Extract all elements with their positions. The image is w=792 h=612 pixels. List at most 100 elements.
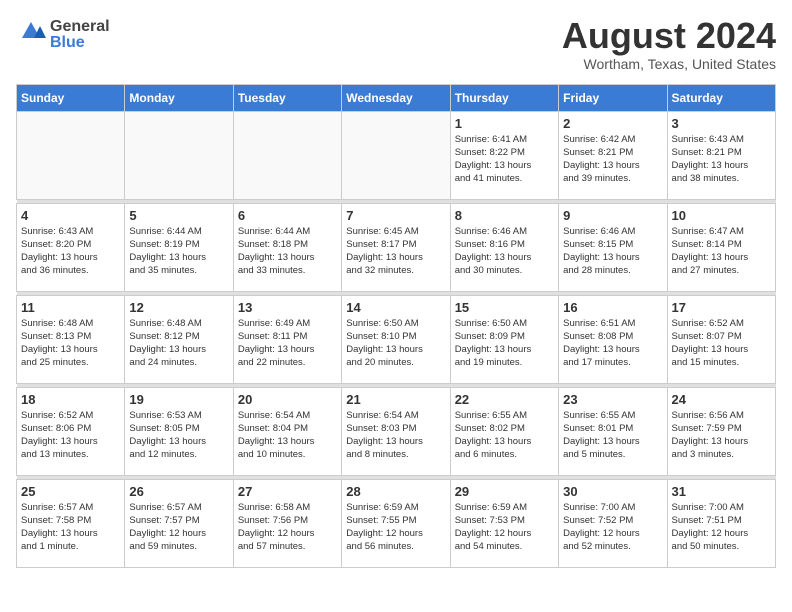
day-number: 5 bbox=[129, 208, 228, 223]
title-area: August 2024 Wortham, Texas, United State… bbox=[562, 16, 776, 72]
day-info: Sunrise: 6:59 AM Sunset: 7:55 PM Dayligh… bbox=[346, 501, 445, 554]
calendar-cell: 10 Sunrise: 6:47 AM Sunset: 8:14 PM Dayli… bbox=[667, 203, 775, 291]
calendar-cell: 28 Sunrise: 6:59 AM Sunset: 7:55 PM Dayli… bbox=[342, 479, 450, 567]
day-header-thursday: Thursday bbox=[450, 84, 558, 111]
day-number: 25 bbox=[21, 484, 120, 499]
logo-general-text: General bbox=[50, 18, 110, 35]
day-number: 26 bbox=[129, 484, 228, 499]
day-info: Sunrise: 6:52 AM Sunset: 8:07 PM Dayligh… bbox=[672, 317, 771, 370]
day-info: Sunrise: 6:56 AM Sunset: 7:59 PM Dayligh… bbox=[672, 409, 771, 462]
day-number: 28 bbox=[346, 484, 445, 499]
day-number: 19 bbox=[129, 392, 228, 407]
calendar-cell bbox=[342, 111, 450, 199]
day-info: Sunrise: 6:45 AM Sunset: 8:17 PM Dayligh… bbox=[346, 225, 445, 278]
day-info: Sunrise: 6:42 AM Sunset: 8:21 PM Dayligh… bbox=[563, 133, 662, 186]
week-row-1: 1 Sunrise: 6:41 AM Sunset: 8:22 PM Daylig… bbox=[17, 111, 776, 199]
day-number: 3 bbox=[672, 116, 771, 131]
day-number: 1 bbox=[455, 116, 554, 131]
day-header-wednesday: Wednesday bbox=[342, 84, 450, 111]
day-info: Sunrise: 6:55 AM Sunset: 8:02 PM Dayligh… bbox=[455, 409, 554, 462]
day-number: 20 bbox=[238, 392, 337, 407]
day-info: Sunrise: 6:58 AM Sunset: 7:56 PM Dayligh… bbox=[238, 501, 337, 554]
week-row-4: 18 Sunrise: 6:52 AM Sunset: 8:06 PM Dayli… bbox=[17, 387, 776, 475]
calendar-table: SundayMondayTuesdayWednesdayThursdayFrid… bbox=[16, 84, 776, 568]
header: General Blue August 2024 Wortham, Texas,… bbox=[16, 16, 776, 72]
calendar-cell: 27 Sunrise: 6:58 AM Sunset: 7:56 PM Dayli… bbox=[233, 479, 341, 567]
day-number: 9 bbox=[563, 208, 662, 223]
day-number: 10 bbox=[672, 208, 771, 223]
day-number: 6 bbox=[238, 208, 337, 223]
day-number: 24 bbox=[672, 392, 771, 407]
day-info: Sunrise: 6:50 AM Sunset: 8:10 PM Dayligh… bbox=[346, 317, 445, 370]
calendar-cell: 29Sunrise: 6:59 AM Sunset: 7:53 PM Dayli… bbox=[450, 479, 558, 567]
calendar-cell: 20 Sunrise: 6:54 AM Sunset: 8:04 PM Dayli… bbox=[233, 387, 341, 475]
day-number: 17 bbox=[672, 300, 771, 315]
calendar-cell: 30 Sunrise: 7:00 AM Sunset: 7:52 PM Dayli… bbox=[559, 479, 667, 567]
calendar-cell: 18 Sunrise: 6:52 AM Sunset: 8:06 PM Dayli… bbox=[17, 387, 125, 475]
calendar-cell: 9 Sunrise: 6:46 AM Sunset: 8:15 PM Daylig… bbox=[559, 203, 667, 291]
calendar-cell: 12Sunrise: 6:48 AM Sunset: 8:12 PM Dayli… bbox=[125, 295, 233, 383]
day-info: Sunrise: 6:52 AM Sunset: 8:06 PM Dayligh… bbox=[21, 409, 120, 462]
day-header-friday: Friday bbox=[559, 84, 667, 111]
calendar-cell: 23 Sunrise: 6:55 AM Sunset: 8:01 PM Dayli… bbox=[559, 387, 667, 475]
day-info: Sunrise: 6:41 AM Sunset: 8:22 PM Dayligh… bbox=[455, 133, 554, 186]
day-header-saturday: Saturday bbox=[667, 84, 775, 111]
day-info: Sunrise: 6:43 AM Sunset: 8:20 PM Dayligh… bbox=[21, 225, 120, 278]
day-info: Sunrise: 6:57 AM Sunset: 7:57 PM Dayligh… bbox=[129, 501, 228, 554]
day-number: 29 bbox=[455, 484, 554, 499]
calendar-cell bbox=[125, 111, 233, 199]
day-info: Sunrise: 6:46 AM Sunset: 8:15 PM Dayligh… bbox=[563, 225, 662, 278]
week-row-5: 25 Sunrise: 6:57 AM Sunset: 7:58 PM Dayli… bbox=[17, 479, 776, 567]
day-number: 30 bbox=[563, 484, 662, 499]
day-number: 12 bbox=[129, 300, 228, 315]
calendar-cell: 2Sunrise: 6:42 AM Sunset: 8:21 PM Daylig… bbox=[559, 111, 667, 199]
day-number: 27 bbox=[238, 484, 337, 499]
logo-blue-text: Blue bbox=[50, 34, 85, 52]
day-number: 23 bbox=[563, 392, 662, 407]
day-info: Sunrise: 6:49 AM Sunset: 8:11 PM Dayligh… bbox=[238, 317, 337, 370]
day-number: 4 bbox=[21, 208, 120, 223]
day-info: Sunrise: 6:57 AM Sunset: 7:58 PM Dayligh… bbox=[21, 501, 120, 554]
day-header-sunday: Sunday bbox=[17, 84, 125, 111]
calendar-cell: 22Sunrise: 6:55 AM Sunset: 8:02 PM Dayli… bbox=[450, 387, 558, 475]
day-number: 18 bbox=[21, 392, 120, 407]
calendar-cell: 14 Sunrise: 6:50 AM Sunset: 8:10 PM Dayli… bbox=[342, 295, 450, 383]
day-info: Sunrise: 6:54 AM Sunset: 8:04 PM Dayligh… bbox=[238, 409, 337, 462]
day-info: Sunrise: 6:44 AM Sunset: 8:18 PM Dayligh… bbox=[238, 225, 337, 278]
logo-icon bbox=[16, 16, 46, 38]
day-info: Sunrise: 6:50 AM Sunset: 8:09 PM Dayligh… bbox=[455, 317, 554, 370]
week-row-3: 11Sunrise: 6:48 AM Sunset: 8:13 PM Dayli… bbox=[17, 295, 776, 383]
calendar-cell: 19Sunrise: 6:53 AM Sunset: 8:05 PM Dayli… bbox=[125, 387, 233, 475]
day-header-tuesday: Tuesday bbox=[233, 84, 341, 111]
day-number: 16 bbox=[563, 300, 662, 315]
calendar-cell: 26 Sunrise: 6:57 AM Sunset: 7:57 PM Dayli… bbox=[125, 479, 233, 567]
month-title: August 2024 bbox=[562, 16, 776, 56]
day-info: Sunrise: 6:55 AM Sunset: 8:01 PM Dayligh… bbox=[563, 409, 662, 462]
day-number: 8 bbox=[455, 208, 554, 223]
day-info: Sunrise: 6:43 AM Sunset: 8:21 PM Dayligh… bbox=[672, 133, 771, 186]
calendar-cell: 1 Sunrise: 6:41 AM Sunset: 8:22 PM Daylig… bbox=[450, 111, 558, 199]
day-number: 31 bbox=[672, 484, 771, 499]
calendar-cell: 13Sunrise: 6:49 AM Sunset: 8:11 PM Dayli… bbox=[233, 295, 341, 383]
day-info: Sunrise: 6:46 AM Sunset: 8:16 PM Dayligh… bbox=[455, 225, 554, 278]
calendar-cell bbox=[17, 111, 125, 199]
week-row-2: 4 Sunrise: 6:43 AM Sunset: 8:20 PM Daylig… bbox=[17, 203, 776, 291]
day-number: 14 bbox=[346, 300, 445, 315]
day-number: 7 bbox=[346, 208, 445, 223]
day-info: Sunrise: 6:47 AM Sunset: 8:14 PM Dayligh… bbox=[672, 225, 771, 278]
calendar-cell: 24 Sunrise: 6:56 AM Sunset: 7:59 PM Dayli… bbox=[667, 387, 775, 475]
calendar-cell: 6 Sunrise: 6:44 AM Sunset: 8:18 PM Daylig… bbox=[233, 203, 341, 291]
calendar-cell: 4 Sunrise: 6:43 AM Sunset: 8:20 PM Daylig… bbox=[17, 203, 125, 291]
calendar-cell: 16 Sunrise: 6:51 AM Sunset: 8:08 PM Dayli… bbox=[559, 295, 667, 383]
header-row: SundayMondayTuesdayWednesdayThursdayFrid… bbox=[17, 84, 776, 111]
calendar-cell: 31Sunrise: 7:00 AM Sunset: 7:51 PM Dayli… bbox=[667, 479, 775, 567]
day-info: Sunrise: 6:51 AM Sunset: 8:08 PM Dayligh… bbox=[563, 317, 662, 370]
calendar-cell: 25 Sunrise: 6:57 AM Sunset: 7:58 PM Dayli… bbox=[17, 479, 125, 567]
day-info: Sunrise: 6:44 AM Sunset: 8:19 PM Dayligh… bbox=[129, 225, 228, 278]
calendar-cell: 11Sunrise: 6:48 AM Sunset: 8:13 PM Dayli… bbox=[17, 295, 125, 383]
day-info: Sunrise: 7:00 AM Sunset: 7:52 PM Dayligh… bbox=[563, 501, 662, 554]
calendar-cell: 21Sunrise: 6:54 AM Sunset: 8:03 PM Dayli… bbox=[342, 387, 450, 475]
day-info: Sunrise: 6:48 AM Sunset: 8:13 PM Dayligh… bbox=[21, 317, 120, 370]
day-number: 15 bbox=[455, 300, 554, 315]
calendar-cell: 3 Sunrise: 6:43 AM Sunset: 8:21 PM Daylig… bbox=[667, 111, 775, 199]
